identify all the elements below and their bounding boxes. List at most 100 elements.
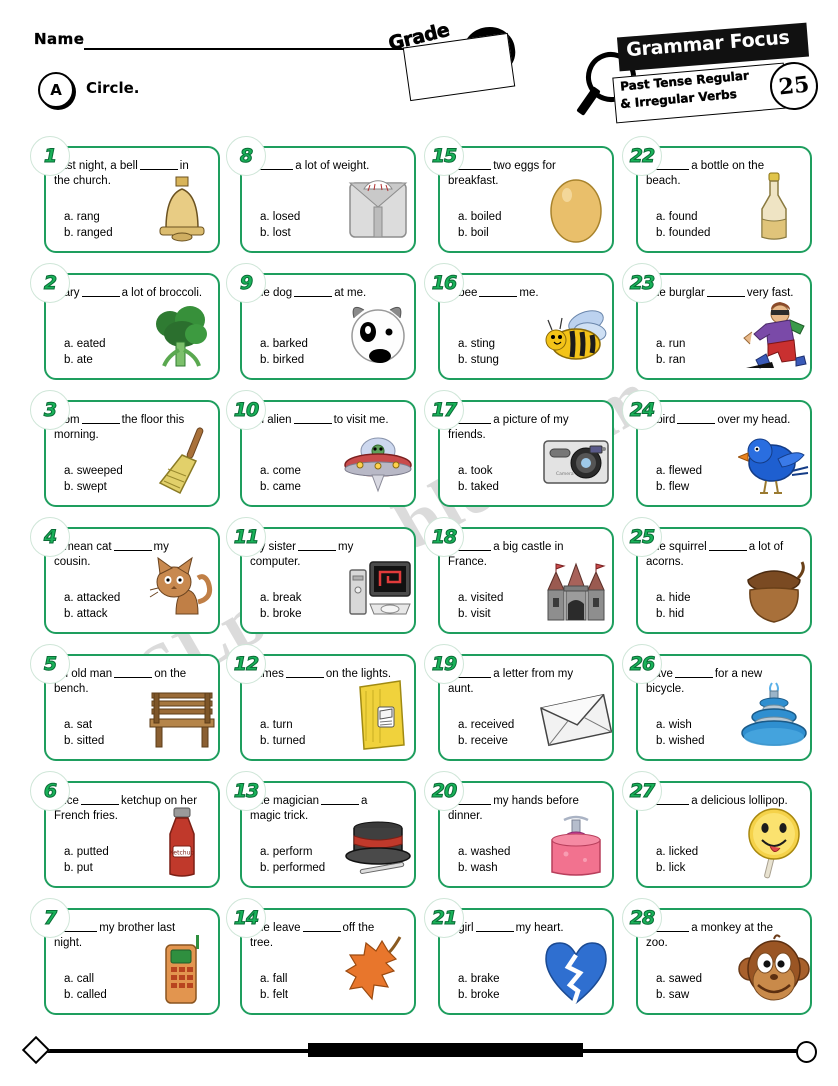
option-a[interactable]: a. washed	[458, 844, 578, 860]
option-a[interactable]: a. brake	[458, 971, 578, 987]
option-b[interactable]: b. broke	[458, 987, 578, 1003]
question-item: 22Ia bottle on the beach. a. foundb. foun…	[622, 136, 818, 255]
option-a[interactable]: a. licked	[656, 844, 776, 860]
magnifier-handle-icon	[576, 86, 601, 116]
option-a[interactable]: a. sat	[64, 717, 184, 733]
question-number: 6	[43, 780, 57, 803]
option-b[interactable]: b. ranged	[64, 225, 184, 241]
option-a[interactable]: a. sawed	[656, 971, 776, 987]
option-b[interactable]: b. lost	[260, 225, 380, 241]
option-a[interactable]: a. eated	[64, 336, 184, 352]
question-number: 28	[629, 907, 655, 930]
option-b[interactable]: b. broke	[260, 606, 380, 622]
option-b[interactable]: b. put	[64, 860, 184, 876]
sentence-after-blank: my heart.	[515, 922, 564, 934]
question-sentence: Ia bottle on the beach.	[646, 158, 796, 189]
option-b[interactable]: b. ran	[656, 352, 776, 368]
answer-blank[interactable]	[293, 412, 332, 424]
option-b[interactable]: b. visit	[458, 606, 578, 622]
answer-blank[interactable]	[81, 412, 120, 424]
option-a[interactable]: a. boiled	[458, 209, 578, 225]
option-a[interactable]: a. fall	[260, 971, 380, 987]
question-item: 8Ia lot of weight. a. losedb. lost	[226, 136, 422, 255]
question-number: 2	[43, 272, 57, 295]
name-write-line[interactable]	[84, 48, 404, 50]
option-a[interactable]: a. sweeped	[64, 463, 184, 479]
option-a[interactable]: a. break	[260, 590, 380, 606]
option-b[interactable]: b. came	[260, 479, 380, 495]
question-number: 15	[431, 145, 457, 168]
answer-blank[interactable]	[674, 666, 713, 678]
answer-blank[interactable]	[321, 793, 360, 805]
option-b[interactable]: b. birked	[260, 352, 380, 368]
option-a[interactable]: a. putted	[64, 844, 184, 860]
answer-blank[interactable]	[475, 920, 514, 932]
answer-blank[interactable]	[708, 539, 747, 551]
option-a[interactable]: a. barked	[260, 336, 380, 352]
option-a[interactable]: a. come	[260, 463, 380, 479]
option-b[interactable]: b. founded	[656, 225, 776, 241]
option-a[interactable]: a. sting	[458, 336, 578, 352]
question-number: 10	[233, 399, 259, 422]
question-number-badge: 1	[30, 136, 70, 176]
option-b[interactable]: b. stung	[458, 352, 578, 368]
answer-blank[interactable]	[139, 158, 178, 170]
answer-blank[interactable]	[285, 666, 324, 678]
answer-blank[interactable]	[113, 539, 152, 551]
option-b[interactable]: b. felt	[260, 987, 380, 1003]
answer-options: a. attacked b. attack	[64, 590, 184, 622]
option-a[interactable]: a. hide	[656, 590, 776, 606]
option-b[interactable]: b. boil	[458, 225, 578, 241]
option-b[interactable]: b. wash	[458, 860, 578, 876]
option-a[interactable]: a. run	[656, 336, 776, 352]
option-a[interactable]: a. received	[458, 717, 578, 733]
answer-blank[interactable]	[80, 793, 119, 805]
option-b[interactable]: b. flew	[656, 479, 776, 495]
answer-blank[interactable]	[677, 412, 716, 424]
question-number-badge: 27	[622, 771, 662, 811]
answer-blank[interactable]	[81, 285, 120, 297]
option-b[interactable]: b. ate	[64, 352, 184, 368]
question-item: 7Imy brother last night. a. callb. called	[30, 898, 226, 1017]
option-a[interactable]: a. found	[656, 209, 776, 225]
option-a[interactable]: a. rang	[64, 209, 184, 225]
option-b[interactable]: b. wished	[656, 733, 776, 749]
option-a[interactable]: a. took	[458, 463, 578, 479]
option-b[interactable]: b. hid	[656, 606, 776, 622]
option-b[interactable]: b. sitted	[64, 733, 184, 749]
question-column-2: 8Ia lot of weight. a. losedb. lost 9The do…	[226, 136, 422, 1025]
option-a[interactable]: a. visited	[458, 590, 578, 606]
option-b[interactable]: b. receive	[458, 733, 578, 749]
question-column-1: 1 Last night, a bell in the church. a. rang…	[30, 136, 226, 1025]
option-a[interactable]: a. turn	[260, 717, 380, 733]
answer-options: a. received b. receive	[458, 717, 578, 749]
option-b[interactable]: b. attack	[64, 606, 184, 622]
option-b[interactable]: b. called	[64, 987, 184, 1003]
question-sentence: The burglar very fast.	[646, 285, 796, 301]
answer-blank[interactable]	[298, 539, 336, 551]
answer-blank[interactable]	[294, 285, 333, 297]
answer-blank[interactable]	[114, 666, 153, 678]
answer-blank[interactable]	[479, 285, 518, 297]
option-a[interactable]: a. attacked	[64, 590, 184, 606]
option-a[interactable]: a. wish	[656, 717, 776, 733]
option-a[interactable]: a. call	[64, 971, 184, 987]
option-a[interactable]: a. losed	[260, 209, 380, 225]
option-a[interactable]: a. flewed	[656, 463, 776, 479]
answer-blank[interactable]	[302, 920, 341, 932]
option-a[interactable]: a. perform	[260, 844, 380, 860]
question-sentence: Aliceketchup on her French fries.	[54, 793, 204, 824]
section-badge-letter: A	[50, 81, 62, 99]
question-number: 8	[239, 145, 253, 168]
answer-blank[interactable]	[706, 285, 745, 297]
option-b[interactable]: b. performed	[260, 860, 380, 876]
question-sentence: Ia lot of weight.	[250, 158, 400, 174]
option-b[interactable]: b. turned	[260, 733, 380, 749]
option-b[interactable]: b. lick	[656, 860, 776, 876]
option-b[interactable]: b. swept	[64, 479, 184, 495]
question-number: 4	[43, 526, 57, 549]
option-b[interactable]: b. saw	[656, 987, 776, 1003]
question-number: 18	[431, 526, 457, 549]
option-b[interactable]: b. taked	[458, 479, 578, 495]
sentence-after-blank: to visit me.	[333, 414, 389, 426]
